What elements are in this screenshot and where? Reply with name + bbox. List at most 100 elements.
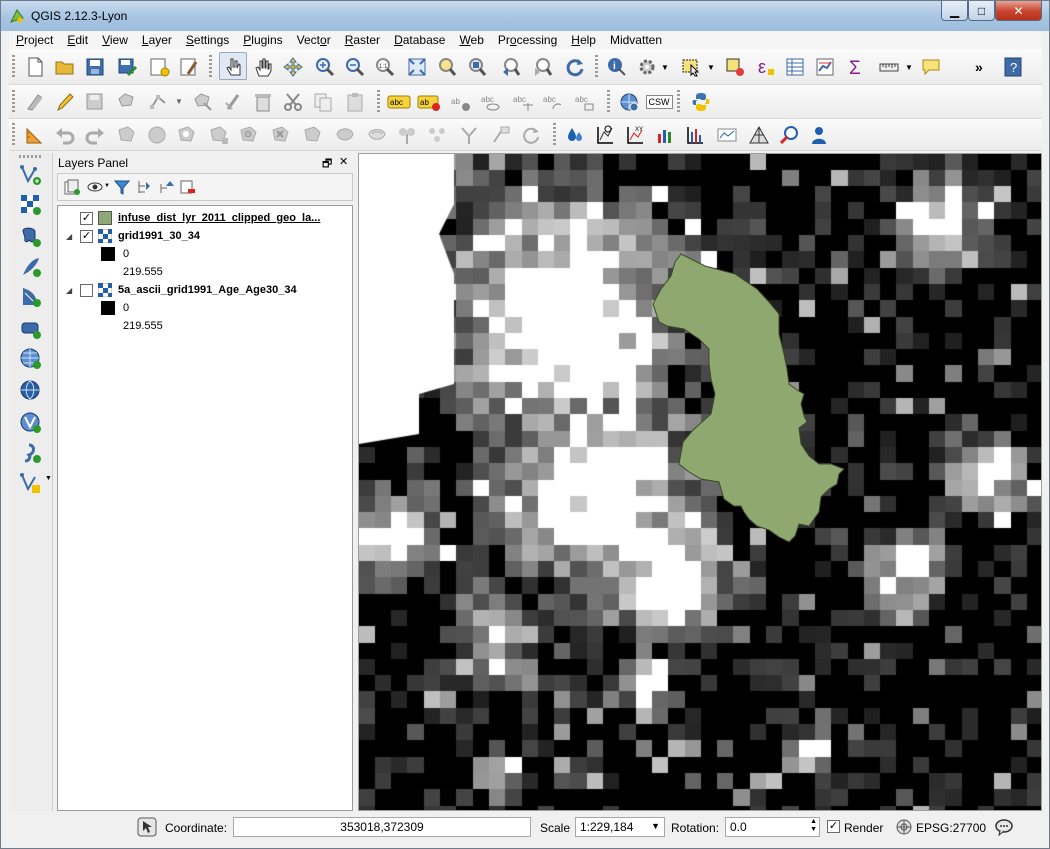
toolbar-grip[interactable] (19, 155, 43, 158)
add-postgis-layer-button[interactable] (17, 223, 45, 251)
add-circular-string-button[interactable] (113, 121, 141, 149)
attribute-table-button[interactable] (781, 53, 809, 81)
delete-selected-button[interactable] (249, 88, 277, 116)
composer-manager-button[interactable] (175, 53, 203, 81)
menu-midvatten[interactable]: Midvatten (603, 31, 669, 49)
map-tips-button[interactable] (917, 53, 945, 81)
section-plot-button[interactable] (651, 121, 679, 149)
merge-attributes-button[interactable] (487, 121, 515, 149)
csw-button[interactable]: CSW (645, 88, 673, 116)
move-label-button[interactable]: abc (509, 88, 537, 116)
statistical-summary-button[interactable] (811, 53, 839, 81)
redo-button[interactable] (81, 121, 109, 149)
move-feature-button[interactable] (145, 88, 173, 116)
spin-arrows-icon[interactable]: ▲ ▼ (810, 818, 817, 834)
maximize-button[interactable]: □ (968, 1, 995, 21)
layer-visibility-checkbox[interactable]: ✓ (80, 211, 93, 225)
save-layer-edits-button[interactable] (81, 88, 109, 116)
menu-edit[interactable]: Edit (60, 31, 95, 49)
collapse-arrow-icon[interactable]: ◢ (66, 286, 74, 295)
water-drops-plugin-button[interactable] (561, 121, 589, 149)
zoom-actual-size-button[interactable]: 1:1 (371, 53, 399, 81)
chevron-down-icon[interactable]: ▼ (175, 97, 183, 106)
chevron-down-icon[interactable]: ▼ (905, 63, 913, 72)
add-ring-button[interactable] (173, 121, 201, 149)
new-print-composer-button[interactable] (145, 53, 173, 81)
new-project-button[interactable] (21, 53, 49, 81)
toolbar-grip[interactable] (677, 90, 680, 114)
coordinate-field[interactable]: 353018,372309 (233, 817, 531, 837)
chevron-down-icon[interactable]: ▼ (45, 475, 52, 482)
menu-raster[interactable]: Raster (338, 31, 387, 49)
select-features-button[interactable] (677, 53, 705, 81)
piper-diagram-button[interactable] (745, 121, 773, 149)
delete-part-2-button[interactable] (299, 121, 327, 149)
reshape-button[interactable] (331, 121, 359, 149)
add-delimited-text-layer-button[interactable] (17, 439, 45, 467)
toolbar-grip[interactable] (209, 55, 212, 79)
crs-label[interactable]: EPSG:27700 (916, 821, 986, 835)
messages-button[interactable] (992, 815, 1016, 839)
python-console-button[interactable] (687, 88, 715, 116)
toolbar-grip[interactable] (12, 123, 15, 147)
rotation-spinbox[interactable]: 0.0 ▲ ▼ (725, 817, 820, 837)
highlight-pinned-labels-button[interactable]: ab (415, 88, 443, 116)
add-group-button[interactable] (60, 174, 84, 200)
save-project-button[interactable] (81, 53, 109, 81)
identify-features-button[interactable]: i (603, 53, 631, 81)
menu-project[interactable]: Project (9, 31, 60, 49)
menu-layer[interactable]: Layer (135, 31, 179, 49)
minimize-button[interactable]: ▁ (941, 1, 968, 21)
add-part-button[interactable] (205, 121, 233, 149)
scale-combobox[interactable]: 1:229,184 ▼ (575, 817, 665, 837)
pan-map-button[interactable] (249, 53, 277, 81)
add-wms-layer-button[interactable] (17, 345, 45, 373)
save-as-button[interactable] (113, 53, 141, 81)
menu-view[interactable]: View (95, 31, 135, 49)
report-button[interactable] (713, 121, 741, 149)
filter-legend-button[interactable] (110, 174, 134, 200)
simplify-feature-button[interactable] (143, 121, 171, 149)
add-db2-layer-button[interactable] (17, 315, 45, 343)
node-tool-button[interactable] (189, 88, 217, 116)
cut-features-button[interactable] (279, 88, 307, 116)
float-panel-button[interactable]: 🗗 (322, 155, 336, 170)
toggle-editing-button[interactable] (51, 88, 79, 116)
xy-plot-button[interactable]: XY (621, 121, 649, 149)
toolbar-grip[interactable] (595, 55, 598, 79)
add-wcs-layer-button[interactable] (17, 377, 45, 405)
zoom-last-button[interactable] (497, 53, 525, 81)
undo-button[interactable] (51, 121, 79, 149)
change-label-button[interactable]: abc (571, 88, 599, 116)
toolbar-grip[interactable] (607, 90, 610, 114)
chevron-down-icon[interactable]: ▼ (661, 63, 669, 72)
layer-visibility-checkbox[interactable] (80, 283, 93, 297)
zoom-full-button[interactable] (403, 53, 431, 81)
layer-item[interactable]: ◢ 5a_ascii_grid1991_Age_Age30_34 (66, 281, 297, 299)
menu-database[interactable]: Database (387, 31, 452, 49)
show-hide-labels-button[interactable]: abc (477, 88, 505, 116)
pan-to-selection-button[interactable] (279, 53, 307, 81)
sum-button[interactable]: Σ (843, 53, 871, 81)
layer-labeling-options-button[interactable]: abc (385, 88, 413, 116)
metasearch-button[interactable] (615, 88, 643, 116)
open-project-button[interactable] (51, 53, 79, 81)
district-polygon[interactable] (652, 253, 845, 543)
render-checkbox[interactable]: ✓ (827, 820, 840, 833)
chem-search-button[interactable] (775, 121, 803, 149)
layer-item[interactable]: ◢ ✓ grid1991_30_34 (66, 227, 200, 245)
menu-web[interactable]: Web (452, 31, 490, 49)
delete-ring-button[interactable] (267, 121, 295, 149)
help-button[interactable]: ? (999, 53, 1027, 81)
add-spatialite-layer-button[interactable] (17, 253, 45, 281)
measure-button[interactable] (875, 53, 903, 81)
close-button[interactable]: ✕ (995, 1, 1042, 21)
add-raster-layer-button[interactable] (17, 191, 45, 219)
zoom-next-button[interactable] (529, 53, 557, 81)
close-panel-button[interactable]: ✕ (339, 155, 353, 169)
current-edits-button[interactable] (21, 88, 49, 116)
menu-plugins[interactable]: Plugins (236, 31, 289, 49)
new-vector-layer-button[interactable] (17, 469, 45, 497)
toolbar-grip[interactable] (12, 90, 15, 114)
user-search-button[interactable] (805, 121, 833, 149)
